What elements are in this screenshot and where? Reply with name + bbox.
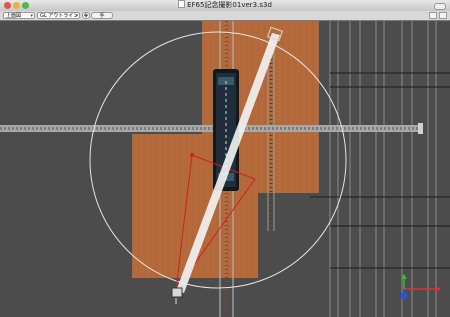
mode-toggle[interactable]: 手 <box>91 12 113 19</box>
chevron-down-icon: ▾ <box>75 13 78 19</box>
3d-viewport[interactable] <box>0 21 450 317</box>
document-icon <box>178 0 186 8</box>
app-window: EF65記念撮影01ver3.s3d 上面図 ▾ GL アウトライン ▾ ✥ 手 <box>0 0 450 317</box>
grid-view-icon[interactable] <box>429 12 437 19</box>
render-select[interactable]: GL アウトライン ▾ <box>37 12 80 19</box>
hand-icon: ✥ <box>83 13 89 19</box>
pan-tool-button[interactable]: ✥ <box>82 12 90 19</box>
toolbar-toggle-button[interactable] <box>434 3 446 10</box>
scene-canvas <box>0 21 450 317</box>
render-select-value: GL アウトライン <box>40 13 79 19</box>
window-title: EF65記念撮影01ver3.s3d <box>187 1 272 9</box>
camera-icon[interactable] <box>171 287 183 298</box>
layout-icon[interactable] <box>439 12 447 19</box>
view-select-value: 上面図 <box>6 13 22 19</box>
mode-toggle-label: 手 <box>99 13 105 19</box>
chevron-down-icon: ▾ <box>30 13 33 19</box>
toolbar: 上面図 ▾ GL アウトライン ▾ ✥ 手 <box>0 11 450 21</box>
view-select[interactable]: 上面図 ▾ <box>3 12 35 19</box>
window-title-container: EF65記念撮影01ver3.s3d <box>0 0 450 11</box>
